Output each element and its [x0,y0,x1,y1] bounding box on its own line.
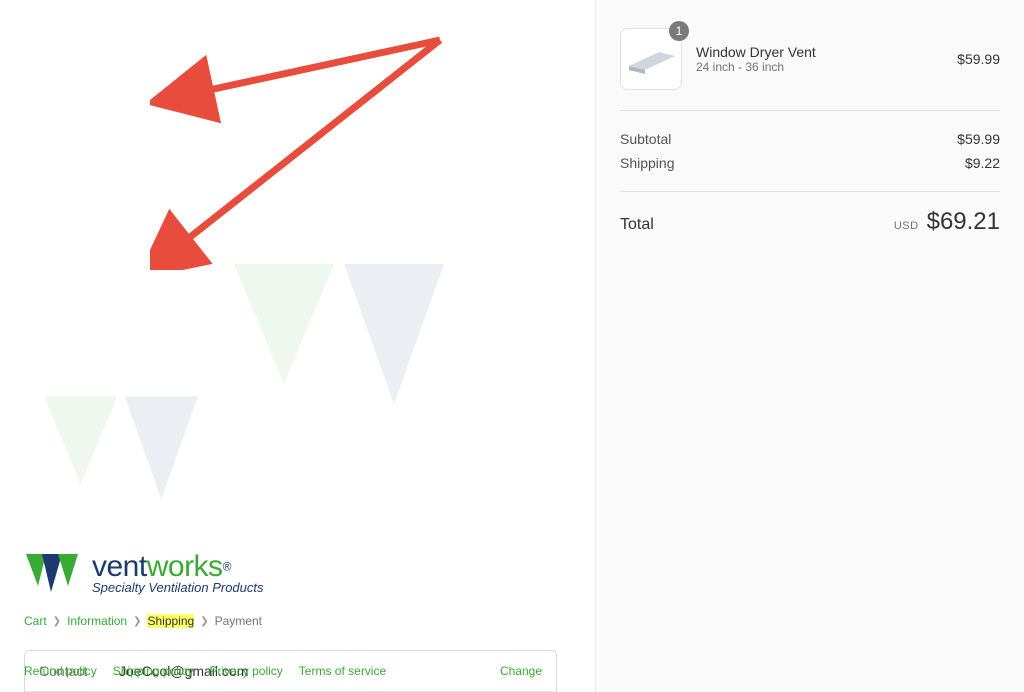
total-label: Total [620,216,654,234]
breadcrumb-shipping: Shipping [147,614,194,628]
chevron-right-icon: ❯ [53,616,61,627]
product-thumb-icon [625,44,677,74]
cart-item-thumbnail: 1 [620,28,682,90]
cart-item-variant: 24 inch - 36 inch [696,60,943,74]
footer-shipping-link[interactable]: Shipping policy [113,664,194,678]
logo-text: ventworks® Specialty Ventilation Product… [92,550,264,595]
footer-terms-link[interactable]: Terms of service [299,664,386,678]
brand-works: works [147,550,223,583]
breadcrumb-cart[interactable]: Cart [24,614,47,628]
subtotal-label: Subtotal [620,131,671,147]
chevron-right-icon: ❯ [200,616,208,627]
breadcrumb-information[interactable]: Information [67,614,127,628]
logo[interactable]: ventworks® Specialty Ventilation Product… [24,550,557,596]
footer-links: Refund policy Shipping policy Privacy po… [24,664,386,678]
breadcrumb: Cart ❯ Information ❯ Shipping ❯ Payment [24,614,557,628]
cart-qty-badge: 1 [669,21,689,41]
total-value: $69.21 [927,208,1000,235]
chevron-right-icon: ❯ [133,616,141,627]
registered-mark: ® [223,559,232,573]
total-currency: USD [894,220,919,232]
breadcrumb-payment: Payment [215,614,262,628]
cart-item: 1 Window Dryer Vent 24 inch - 36 inch $5… [620,28,1000,110]
logo-tagline: Specialty Ventilation Products [92,580,264,595]
shipping-cost-label: Shipping [620,155,675,171]
logo-mark-icon [24,550,86,596]
shipping-cost-value: $9.22 [965,155,1000,171]
footer-privacy-link[interactable]: Privacy policy [209,664,282,678]
brand-vent: vent [92,550,147,583]
cart-item-name: Window Dryer Vent [696,44,943,60]
change-contact-link[interactable]: Change [500,664,542,678]
footer-refund-link[interactable]: Refund policy [24,664,97,678]
subtotal-value: $59.99 [957,131,1000,147]
cart-item-price: $59.99 [957,51,1000,67]
